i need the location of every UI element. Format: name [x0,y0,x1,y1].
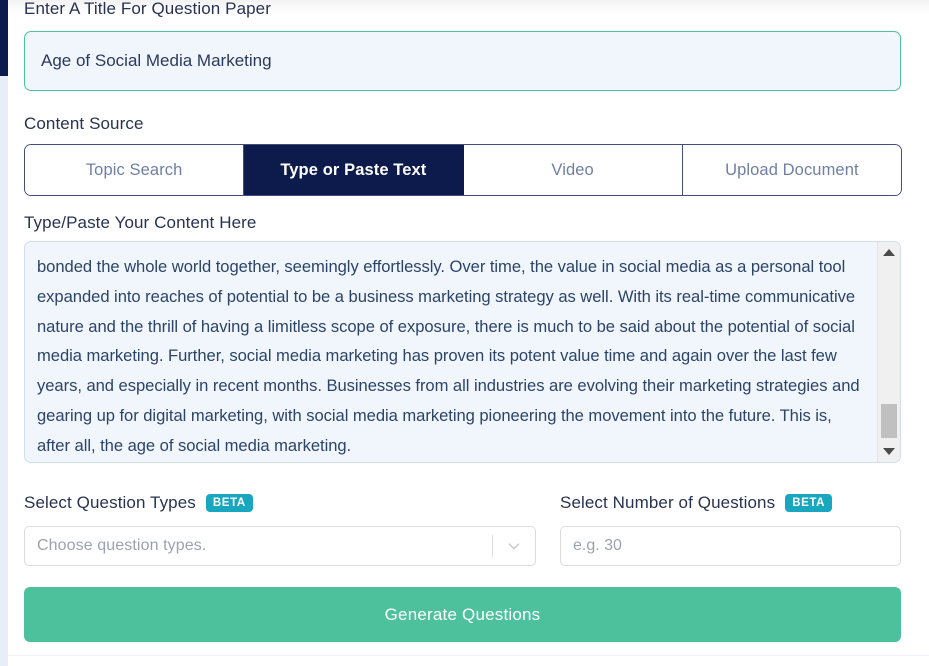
tab-upload-document[interactable]: Upload Document [683,145,901,195]
number-of-questions-label: Select Number of Questions [560,493,775,512]
content-source-tabs: Topic Search Type or Paste Text Video Up… [24,144,902,196]
tab-video[interactable]: Video [464,145,683,195]
number-of-questions-input[interactable] [560,526,901,566]
content-textarea-wrapper: bonded the whole world together, seeming… [24,241,901,463]
question-types-label: Select Question Types [24,493,196,512]
generate-questions-button[interactable]: Generate Questions [24,587,901,642]
content-scrollbar[interactable] [877,242,900,462]
question-paper-title-input[interactable] [24,31,901,91]
panel-bottom-edge [8,655,929,666]
question-paper-generator-page: Enter A Title For Question Paper Content… [0,0,929,666]
tab-topic-search[interactable]: Topic Search [25,145,244,195]
scrollbar-thumb[interactable] [881,404,897,438]
content-textarea[interactable]: bonded the whole world together, seeming… [25,242,877,462]
sidebar-rail-lower [0,76,8,666]
title-label: Enter A Title For Question Paper [24,0,271,20]
chevron-down-icon[interactable] [493,537,535,555]
question-types-beta-badge: BETA [206,494,253,512]
title-input-wrapper [24,31,901,91]
tab-type-or-paste-text[interactable]: Type or Paste Text [244,145,463,195]
sidebar-rail [0,0,8,76]
question-types-select-value: Choose question types. [25,537,492,555]
number-of-questions-label-group: Select Number of Questions BETA [560,492,832,514]
content-textarea-label: Type/Paste Your Content Here [24,212,256,234]
number-of-questions-beta-badge: BETA [785,494,832,512]
scroll-down-arrow-icon[interactable] [878,443,900,460]
question-types-label-group: Select Question Types BETA [24,492,253,514]
content-source-label: Content Source [24,113,144,135]
scroll-up-arrow-icon[interactable] [878,244,900,261]
question-types-select[interactable]: Choose question types. [24,526,536,566]
